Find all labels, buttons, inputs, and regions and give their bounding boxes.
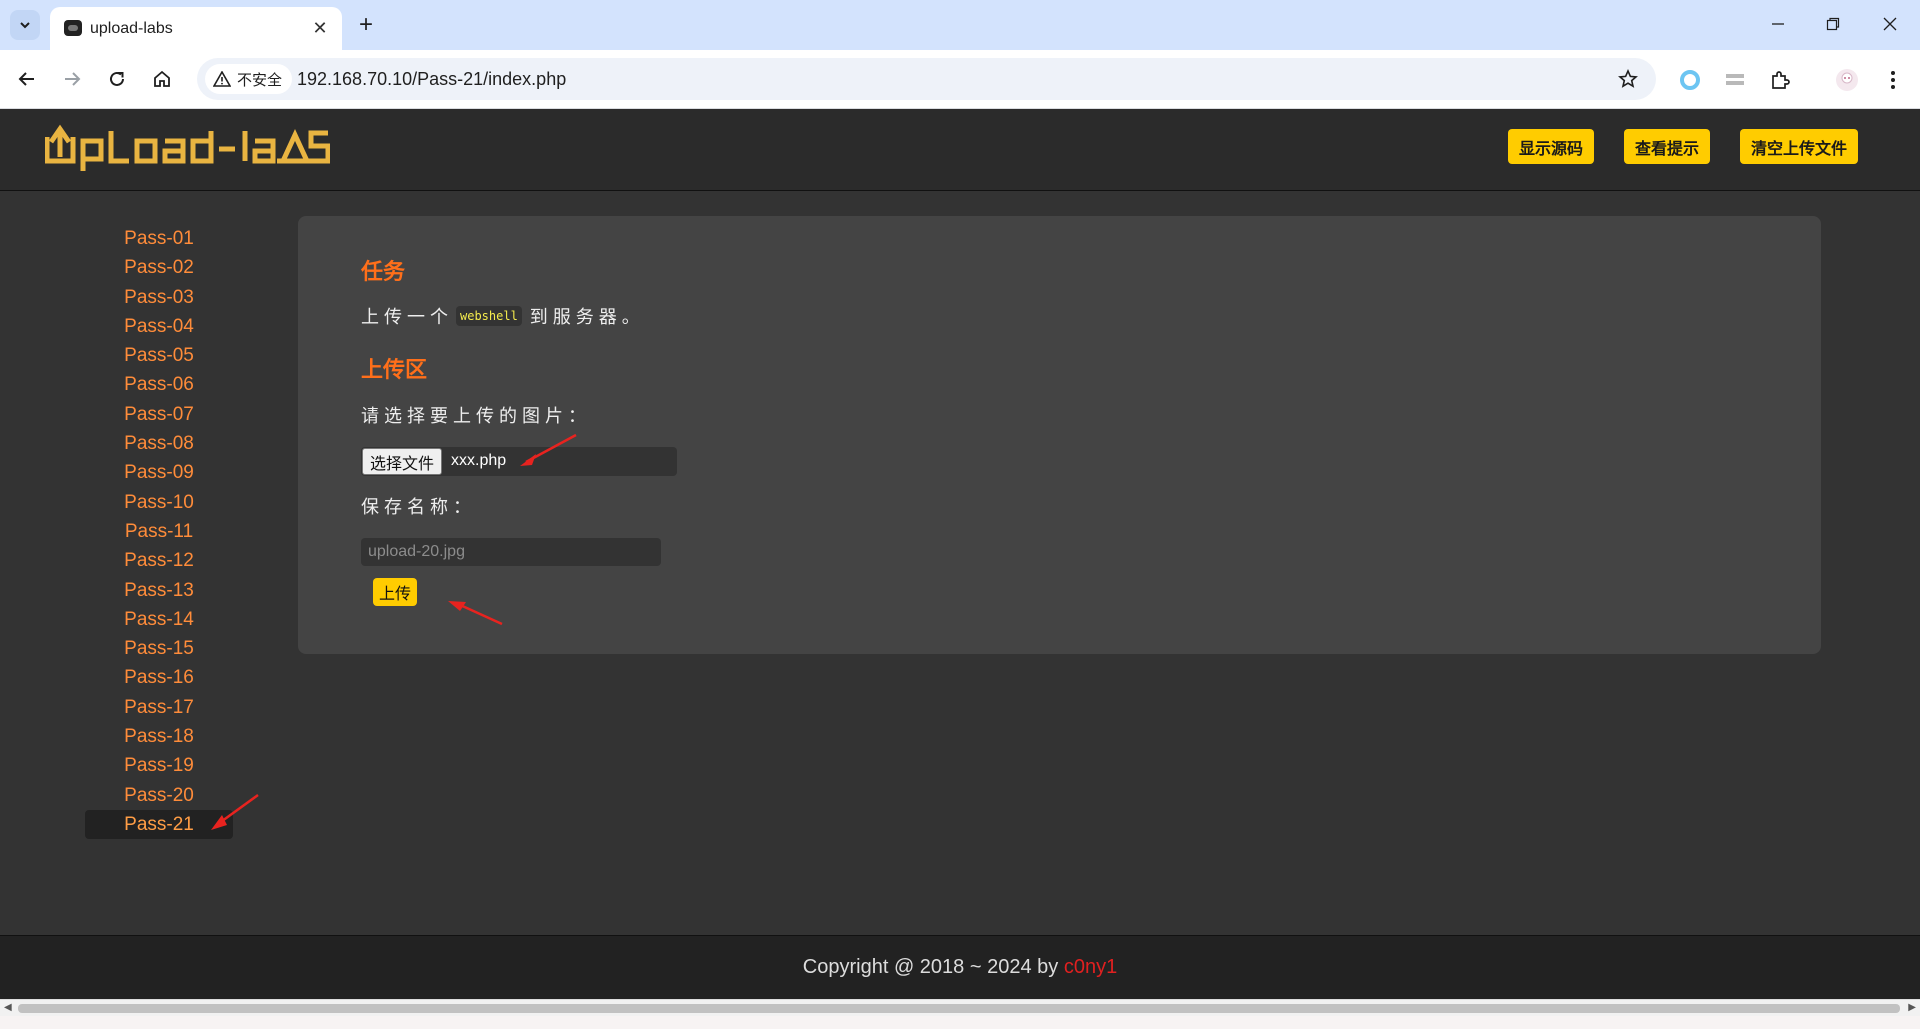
- sidebar-item-pass-17[interactable]: Pass-17: [85, 693, 233, 722]
- upload-submit-button[interactable]: 上传: [373, 578, 418, 606]
- tab-title: upload-labs: [90, 20, 173, 37]
- sidebar-item-pass-02[interactable]: Pass-02: [85, 253, 233, 282]
- minimize-icon: [1772, 23, 1784, 25]
- warning-icon: [213, 71, 231, 87]
- clear-uploads-button[interactable]: 清空上传文件: [1740, 129, 1859, 164]
- extension-circle-icon[interactable]: [1677, 67, 1703, 93]
- close-window-button[interactable]: [1870, 8, 1910, 40]
- browser-tabstrip: upload-labs ✕ +: [0, 0, 1920, 50]
- scroll-left-icon[interactable]: ◀: [4, 1002, 12, 1013]
- minimize-button[interactable]: [1758, 8, 1798, 40]
- menu-button[interactable]: [1880, 67, 1906, 93]
- security-chip[interactable]: 不安全: [205, 64, 293, 94]
- sidebar-item-pass-15[interactable]: Pass-15: [85, 634, 233, 663]
- upload-heading: 上传区: [361, 357, 428, 382]
- new-tab-button[interactable]: +: [352, 10, 380, 40]
- chevron-down-icon: [20, 22, 30, 29]
- choose-file-button[interactable]: 选择文件: [362, 448, 443, 475]
- scrollbar-thumb[interactable]: [18, 1004, 1900, 1013]
- home-button[interactable]: [146, 63, 178, 95]
- browser-tab[interactable]: upload-labs ✕: [50, 7, 342, 50]
- taskbar-edge: [0, 1016, 1920, 1029]
- close-icon: [1883, 17, 1897, 31]
- arrow-right-icon: [65, 72, 81, 86]
- selected-file-name: xxx.php: [451, 452, 507, 469]
- home-icon: [154, 70, 170, 87]
- bookmark-button[interactable]: [1616, 67, 1640, 91]
- sidebar-item-pass-07[interactable]: Pass-07: [85, 400, 233, 429]
- sidebar-item-pass-16[interactable]: Pass-16: [85, 663, 233, 692]
- save-name-label: 保存名称：: [361, 497, 476, 517]
- sidebar-item-pass-14[interactable]: Pass-14: [85, 605, 233, 634]
- webshell-code: webshell: [456, 306, 522, 326]
- page: 显示源码 查看提示 清空上传文件 Pass-01 Pass-02 Pass-03 Pa…: [0, 109, 1920, 999]
- gamepad-icon: [64, 20, 82, 36]
- sidebar-item-pass-18[interactable]: Pass-18: [85, 722, 233, 751]
- sidebar-item-pass-04[interactable]: Pass-04: [85, 312, 233, 341]
- sidebar-item-pass-03[interactable]: Pass-03: [85, 283, 233, 312]
- more-vert-icon: [1891, 71, 1895, 89]
- show-source-button[interactable]: 显示源码: [1508, 129, 1595, 164]
- horizontal-scrollbar[interactable]: ◀ ▶: [0, 999, 1920, 1016]
- restore-icon: [1826, 17, 1840, 31]
- sidebar-item-pass-19[interactable]: Pass-19: [85, 751, 233, 780]
- task-desc-prefix: 上传一个: [361, 307, 453, 327]
- extension-stack-icon[interactable]: [1722, 67, 1748, 93]
- copyright-text: Copyright @ 2018 ~ 2024 by c0ny1: [803, 956, 1117, 978]
- sidebar-item-pass-01[interactable]: Pass-01: [85, 224, 233, 253]
- annotation-arrow: [448, 601, 503, 626]
- sidebar-item-pass-10[interactable]: Pass-10: [85, 488, 233, 517]
- forward-button[interactable]: [56, 63, 88, 95]
- task-heading: 任务: [361, 259, 406, 284]
- star-icon: [1618, 69, 1638, 88]
- security-label: 不安全: [237, 71, 283, 89]
- back-button[interactable]: [11, 63, 43, 95]
- scroll-right-icon[interactable]: ▶: [1908, 1002, 1916, 1013]
- sidebar-item-pass-05[interactable]: Pass-05: [85, 341, 233, 370]
- sidebar-item-pass-21[interactable]: Pass-21: [85, 809, 233, 840]
- address-bar[interactable]: 不安全 192.168.70.10/Pass-21/index.php: [197, 58, 1656, 100]
- sidebar-item-pass-08[interactable]: Pass-08: [85, 429, 233, 458]
- arrow-left-icon: [18, 72, 34, 86]
- file-input[interactable]: 选择文件 xxx.php: [361, 447, 677, 476]
- site-logo[interactable]: [45, 123, 330, 175]
- file-label: 请选择要上传的图片：: [361, 406, 591, 426]
- site-footer: Copyright @ 2018 ~ 2024 by c0ny1: [0, 935, 1920, 999]
- sidebar-item-pass-13[interactable]: Pass-13: [85, 576, 233, 605]
- save-name-input[interactable]: [361, 538, 661, 566]
- sidebar-item-pass-20[interactable]: Pass-20: [85, 781, 233, 810]
- view-hint-button[interactable]: 查看提示: [1624, 129, 1711, 164]
- content-panel: 任务 上传一个 webshell 到服务器。 上传区 请选择要上传的图片： 选择…: [298, 216, 1821, 654]
- copyright-prefix: Copyright @ 2018 ~ 2024 by: [802, 956, 1064, 978]
- sidebar-item-pass-09[interactable]: Pass-09: [85, 458, 233, 487]
- url-text[interactable]: 192.168.70.10/Pass-21/index.php: [297, 69, 566, 90]
- reload-button[interactable]: [101, 63, 133, 95]
- task-description: 上传一个 webshell 到服务器。: [361, 303, 645, 329]
- task-desc-suffix: 到服务器。: [529, 307, 645, 327]
- profile-avatar[interactable]: [1834, 67, 1860, 93]
- sidebar-item-pass-12[interactable]: Pass-12: [85, 546, 233, 575]
- tab-search-button[interactable]: [10, 10, 40, 40]
- sidebar-item-pass-11[interactable]: Pass-11: [85, 517, 233, 546]
- browser-toolbar: 不安全 192.168.70.10/Pass-21/index.php: [0, 50, 1920, 109]
- author-link[interactable]: c0ny1: [1064, 956, 1117, 978]
- close-icon[interactable]: ✕: [308, 16, 332, 40]
- site-header: 显示源码 查看提示 清空上传文件: [0, 109, 1920, 191]
- reload-icon: [110, 71, 124, 86]
- sidebar-item-pass-06[interactable]: Pass-06: [85, 370, 233, 399]
- extensions-puzzle-icon[interactable]: [1767, 67, 1793, 93]
- restore-button[interactable]: [1813, 8, 1853, 40]
- pass-sidebar: Pass-01 Pass-02 Pass-03 Pass-04 Pass-05 Pass-…: [85, 224, 235, 840]
